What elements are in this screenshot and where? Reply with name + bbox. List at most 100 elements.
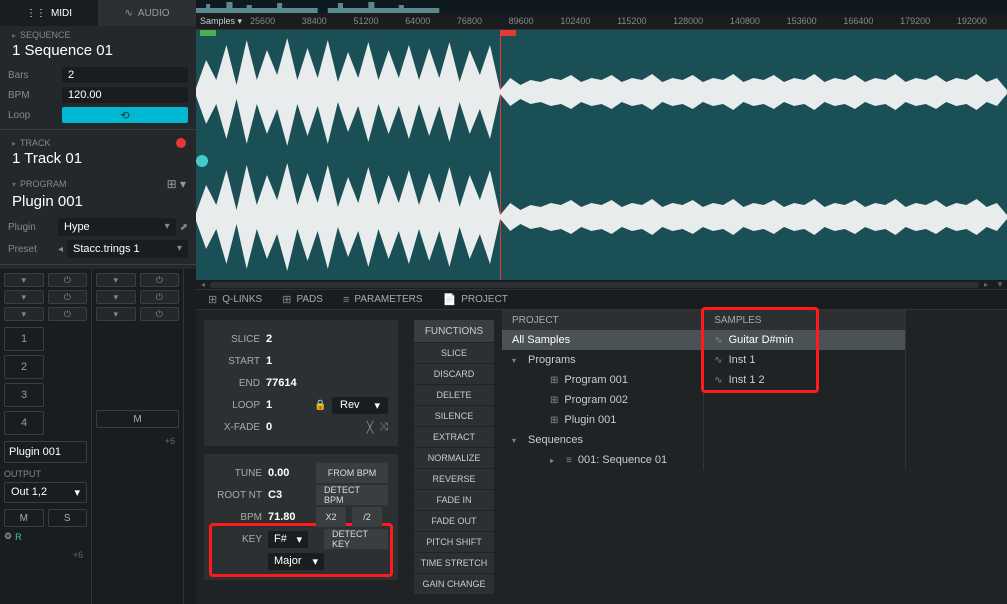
from-bpm-button[interactable]: FROM BPM [316, 463, 388, 483]
bpm-tune-label: BPM [214, 512, 262, 523]
waveform-main[interactable] [196, 30, 1007, 280]
func-normalize[interactable]: NORMALIZE [414, 448, 494, 468]
xfade-linear-icon[interactable]: ╳ [367, 421, 374, 434]
plugin-popup-icon[interactable]: ⬈ [180, 222, 188, 233]
samples-highlight [701, 307, 819, 393]
plus6-label: +6 [4, 550, 87, 560]
samples-browser: SAMPLES ∿Guitar D#min ∿Inst 1 ∿Inst 1 2 [704, 310, 906, 470]
root-label: ROOT NT [214, 490, 262, 501]
left-panel: ⋮⋮MIDI ∿AUDIO ▸SEQUENCE 1 Sequence 01 Ba… [0, 0, 196, 604]
add-program-icon[interactable]: ⊞ ▾ [167, 177, 186, 191]
bpm-tune-value[interactable]: 71.80 [268, 511, 310, 523]
func-delete[interactable]: DELETE [414, 385, 494, 405]
power-icon[interactable]: ⏻ [48, 273, 88, 287]
func-silence[interactable]: SILENCE [414, 406, 494, 426]
pad-3[interactable]: 3 [4, 383, 44, 407]
program-001-item[interactable]: ⊞Program 001 [502, 370, 703, 390]
tune-label: TUNE [214, 468, 262, 479]
bars-field[interactable]: 2 [62, 67, 188, 83]
pad-4[interactable]: 4 [4, 411, 44, 435]
all-samples-item[interactable]: All Samples [502, 330, 703, 350]
record-icon[interactable] [176, 138, 186, 148]
func-reverse[interactable]: REVERSE [414, 469, 494, 489]
tab-qlinks[interactable]: ⊞Q-LINKS [208, 293, 262, 306]
bpm-field[interactable]: 120.00 [62, 87, 188, 103]
x2-button[interactable]: X2 [316, 507, 346, 527]
preset-label: Preset [8, 244, 54, 255]
div2-button[interactable]: /2 [352, 507, 382, 527]
program-label: PROGRAM [20, 179, 67, 189]
func-discard[interactable]: DISCARD [414, 364, 494, 384]
func-fadeout[interactable]: FADE OUT [414, 511, 494, 531]
loop-toggle[interactable]: ⟲ [62, 107, 188, 123]
bars-label: Bars [8, 70, 56, 81]
func-pitchshift[interactable]: PITCH SHIFT [414, 532, 494, 552]
xfade-value[interactable]: 0 [266, 421, 272, 433]
func-slice[interactable]: SLICE [414, 343, 494, 363]
track-value[interactable]: 1 Track 01 [0, 148, 196, 173]
root-value[interactable]: C3 [268, 489, 310, 501]
preset-prev-icon[interactable]: ◂ [58, 244, 63, 255]
lock-icon[interactable]: 🔒 [314, 400, 326, 411]
rev-dropdown[interactable]: Rev▾ [332, 397, 388, 414]
func-timestretch[interactable]: TIME STRETCH [414, 553, 494, 573]
func-extract[interactable]: EXTRACT [414, 427, 494, 447]
ruler-label[interactable]: Samples ▾ [200, 16, 242, 27]
pad-1[interactable]: 1 [4, 327, 44, 351]
tab-midi[interactable]: ⋮⋮MIDI [0, 0, 98, 26]
output-label: OUTPUT [4, 469, 87, 479]
output-select[interactable]: Out 1,2▾ [4, 482, 87, 503]
tab-audio[interactable]: ∿AUDIO [98, 0, 196, 26]
sequence-value[interactable]: 1 Sequence 01 [0, 40, 196, 65]
loop-slice-value[interactable]: 1 [266, 399, 272, 411]
program-002-item[interactable]: ⊞Program 002 [502, 390, 703, 410]
automation-r[interactable]: R [15, 532, 22, 542]
tab-pads[interactable]: ⊞PADS [282, 293, 323, 306]
detect-bpm-button[interactable]: DETECT BPM [316, 485, 388, 505]
filter-icon[interactable]: ▼ [993, 280, 1007, 289]
mixer-strip-1: ▾⏻ ▾⏻ ▾⏻ 1 2 3 4 Plugin 001 OUTPUT Out 1… [0, 269, 92, 604]
sequence-header: ▸SEQUENCE [0, 26, 196, 40]
strip-program-name[interactable]: Plugin 001 [4, 441, 87, 463]
functions-header: FUNCTIONS [414, 320, 494, 342]
program-value[interactable]: Plugin 001 [0, 191, 196, 216]
tab-parameters[interactable]: ≡PARAMETERS [343, 294, 423, 306]
automation-icon[interactable]: ⚙ [4, 531, 12, 542]
scale-dropdown[interactable]: Major▾ [268, 553, 324, 570]
xfade-curve-icon[interactable]: ⤨ [379, 421, 388, 434]
solo-button[interactable]: S [48, 509, 88, 527]
horizontal-scrollbar[interactable]: ◂▸▼ [196, 280, 1007, 289]
preset-field[interactable]: Stacc.trings 1▾ [67, 240, 188, 258]
project-hdr: PROJECT [502, 310, 703, 330]
tune-value[interactable]: 0.00 [268, 467, 310, 479]
slice-value[interactable]: 2 [266, 333, 272, 345]
loop-label: Loop [8, 110, 56, 121]
key-highlight: KEY F#▾ DETECT KEY Major▾ [209, 523, 393, 577]
start-value[interactable]: 1 [266, 355, 272, 367]
plugin-field[interactable]: Hype▾ [58, 218, 176, 236]
detect-key-button[interactable]: DETECT KEY [324, 529, 388, 549]
waveform-overview[interactable]: Samples ▾ 256003840051200640007680089600… [196, 0, 1007, 30]
func-gainchange[interactable]: GAIN CHANGE [414, 574, 494, 594]
bpm-label: BPM [8, 90, 56, 101]
insert-slot[interactable]: ▾ [4, 273, 44, 287]
ruler-ticks: 2560038400512006400076800896001024001152… [250, 16, 1007, 26]
mute-button-2[interactable]: M [96, 410, 179, 428]
mute-button[interactable]: M [4, 509, 44, 527]
sequences-item[interactable]: ▾Sequences [502, 430, 703, 450]
slice-label: SLICE [214, 334, 260, 345]
sequence-01-item[interactable]: ▸≡001: Sequence 01 [502, 450, 703, 470]
end-label: END [214, 378, 260, 389]
start-label: START [214, 356, 260, 367]
end-value[interactable]: 77614 [266, 377, 297, 389]
project-browser: PROJECT All Samples ▾Programs ⊞Program 0… [502, 310, 704, 470]
key-dropdown[interactable]: F#▾ [268, 531, 308, 548]
pad-2[interactable]: 2 [4, 355, 44, 379]
key-label: KEY [214, 534, 262, 545]
track-label: TRACK [20, 138, 51, 148]
func-fadein[interactable]: FADE IN [414, 490, 494, 510]
programs-item[interactable]: ▾Programs [502, 350, 703, 370]
loop-slice-label: LOOP [214, 400, 260, 411]
plugin-001-item[interactable]: ⊞Plugin 001 [502, 410, 703, 430]
tab-project[interactable]: 📄PROJECT [443, 293, 508, 306]
